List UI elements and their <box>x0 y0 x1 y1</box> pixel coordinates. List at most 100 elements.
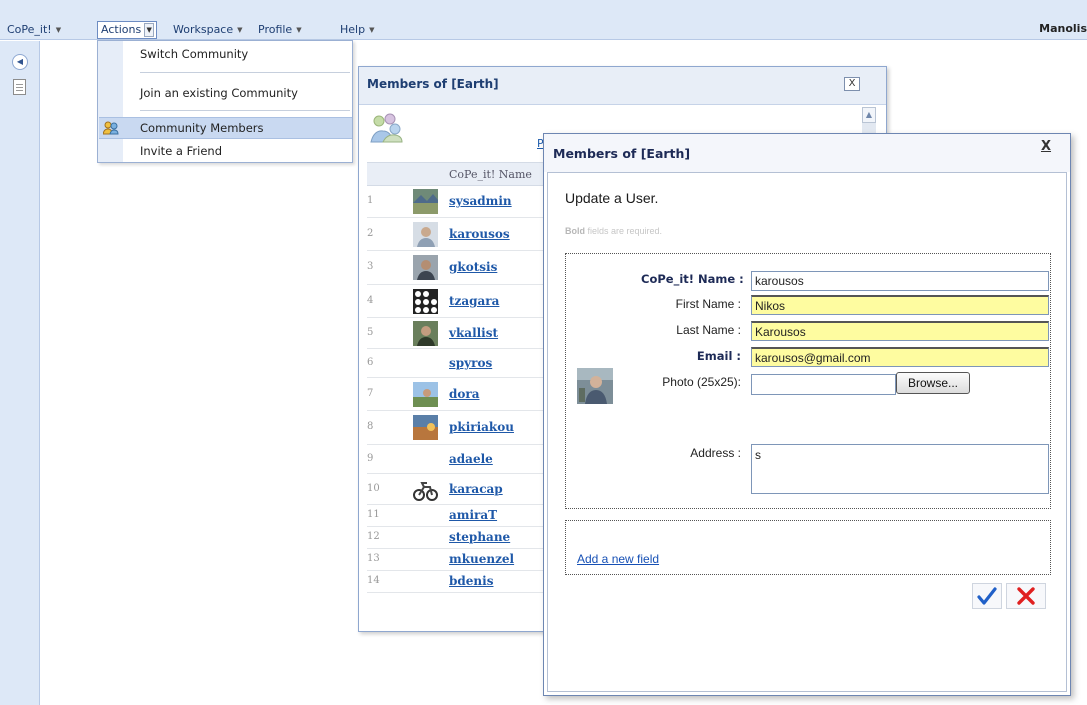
cope-name-input[interactable] <box>751 271 1049 291</box>
member-name-link[interactable]: karacap <box>449 482 503 496</box>
address-textarea[interactable]: s <box>751 444 1049 494</box>
photo-file-input[interactable] <box>751 374 896 395</box>
table-row[interactable]: 10 karacap <box>367 474 567 505</box>
user-fields-fieldset: CoPe_it! Name : First Name : Last Name :… <box>565 253 1051 509</box>
menu-help-label: Help <box>340 23 366 36</box>
menu-item-invite-friend[interactable]: Invite a Friend <box>140 144 222 158</box>
scroll-up-icon[interactable]: ▲ <box>862 107 876 123</box>
members-table-header: CoPe_it! Name <box>367 162 567 186</box>
avatar <box>413 382 438 407</box>
last-name-input[interactable] <box>751 321 1049 341</box>
member-name-link[interactable]: dora <box>449 387 480 401</box>
member-name-link[interactable]: pkiriakou <box>449 420 514 434</box>
row-number: 2 <box>367 228 374 239</box>
member-name-link[interactable]: karousos <box>449 227 510 241</box>
table-row[interactable]: 4 tzagara <box>367 285 567 318</box>
update-user-dialog-titlebar[interactable]: Members of [Earth] X <box>544 134 1070 172</box>
menu-actions-label: Actions <box>101 23 142 36</box>
menu-help[interactable]: Help ▼ <box>340 22 374 40</box>
menu-item-join-community[interactable]: Join an existing Community <box>140 86 298 100</box>
menu-item-community-members[interactable]: Community Members <box>140 121 264 135</box>
scrollbar-track[interactable] <box>862 123 876 133</box>
chevron-down-icon: ▼ <box>369 26 375 34</box>
menu-separator <box>140 72 350 73</box>
last-name-label: Last Name : <box>676 323 741 337</box>
table-row[interactable]: 6 spyros <box>367 349 567 378</box>
table-row[interactable]: 2 karousos <box>367 218 567 251</box>
menu-gutter <box>98 41 123 162</box>
extra-fields-fieldset <box>565 520 1051 575</box>
menu-cope-it[interactable]: CoPe_it! ▼ <box>7 22 61 40</box>
member-name-link[interactable]: bdenis <box>449 574 493 588</box>
member-name-link[interactable]: adaele <box>449 452 493 466</box>
email-input[interactable] <box>751 347 1049 367</box>
row-number: 4 <box>367 295 374 306</box>
close-icon[interactable]: X <box>844 77 860 91</box>
members-window-titlebar[interactable]: Members of [Earth] X <box>359 67 886 105</box>
cancel-button[interactable] <box>1006 583 1046 609</box>
update-user-dialog: Members of [Earth] X Update a User. Bold… <box>543 133 1071 696</box>
menu-workspace[interactable]: Workspace ▼ <box>173 22 243 40</box>
menu-workspace-label: Workspace <box>173 23 234 36</box>
cancel-x-icon <box>1017 587 1035 605</box>
avatar <box>413 415 438 440</box>
chevron-down-icon[interactable]: ▼ <box>144 23 155 37</box>
menu-item-switch-community[interactable]: Switch Community <box>140 47 248 61</box>
left-rail: ◀ <box>0 41 40 705</box>
avatar <box>413 289 438 314</box>
table-row[interactable]: 1 sysadmin <box>367 186 567 218</box>
table-row[interactable]: 12 stephane <box>367 527 567 549</box>
save-button[interactable] <box>972 583 1002 609</box>
menu-profile-label: Profile <box>258 23 293 36</box>
member-name-link[interactable]: amiraT <box>449 508 497 522</box>
member-name-link[interactable]: gkotsis <box>449 260 497 274</box>
hint-text: fields are required. <box>585 226 663 236</box>
current-user-name[interactable]: Manolis <box>1039 22 1087 35</box>
chevron-down-icon: ▼ <box>55 26 62 34</box>
row-number: 10 <box>367 483 380 494</box>
menu-profile[interactable]: Profile ▼ <box>258 22 302 40</box>
row-number: 6 <box>367 357 374 368</box>
member-name-link[interactable]: vkallist <box>449 326 498 340</box>
top-menubar: CoPe_it! ▼ Actions ▼ Workspace ▼ Profile ▼ H… <box>0 0 1087 40</box>
community-members-icon <box>103 121 119 135</box>
hint-bold: Bold <box>565 226 585 236</box>
row-number: 12 <box>367 531 380 542</box>
first-name-input[interactable] <box>751 295 1049 315</box>
table-row[interactable]: 13 mkuenzel <box>367 549 567 571</box>
table-row[interactable]: 11 amiraT <box>367 505 567 527</box>
close-icon[interactable]: X <box>1038 140 1054 155</box>
chevron-down-icon: ▼ <box>237 26 243 34</box>
row-number: 8 <box>367 421 374 432</box>
table-row[interactable]: 9 adaele <box>367 445 567 474</box>
table-row[interactable]: 14 bdenis <box>367 571 567 593</box>
member-name-link[interactable]: mkuenzel <box>449 552 514 566</box>
add-new-field-link[interactable]: Add a new field <box>577 552 659 566</box>
member-name-link[interactable]: stephane <box>449 530 510 544</box>
table-row[interactable]: 5 vkallist <box>367 318 567 349</box>
row-number: 3 <box>367 261 374 272</box>
document-icon[interactable] <box>13 79 26 95</box>
table-row[interactable]: 7 dora <box>367 378 567 411</box>
avatar <box>413 255 438 280</box>
member-name-link[interactable]: spyros <box>449 356 492 370</box>
menu-separator <box>140 110 350 111</box>
form-required-hint: Bold fields are required. <box>565 226 662 236</box>
menu-actions[interactable]: Actions ▼ <box>97 21 158 39</box>
user-photo-thumbnail <box>577 368 613 404</box>
row-number: 5 <box>367 327 374 338</box>
collapse-panel-icon[interactable]: ◀ <box>12 54 28 70</box>
menu-cope-it-label: CoPe_it! <box>7 23 52 36</box>
row-number: 7 <box>367 388 374 399</box>
avatar <box>413 222 438 247</box>
column-header-name[interactable]: CoPe_it! Name <box>449 168 532 181</box>
row-number: 13 <box>367 553 380 564</box>
browse-button[interactable]: Browse... <box>896 372 970 394</box>
table-row[interactable]: 3 gkotsis <box>367 251 567 285</box>
chevron-down-icon: ▼ <box>296 26 302 34</box>
table-row[interactable]: 8 pkiriakou <box>367 411 567 445</box>
member-name-link[interactable]: sysadmin <box>449 194 512 208</box>
community-group-icon <box>370 113 403 143</box>
row-number: 11 <box>367 509 380 520</box>
member-name-link[interactable]: tzagara <box>449 294 499 308</box>
